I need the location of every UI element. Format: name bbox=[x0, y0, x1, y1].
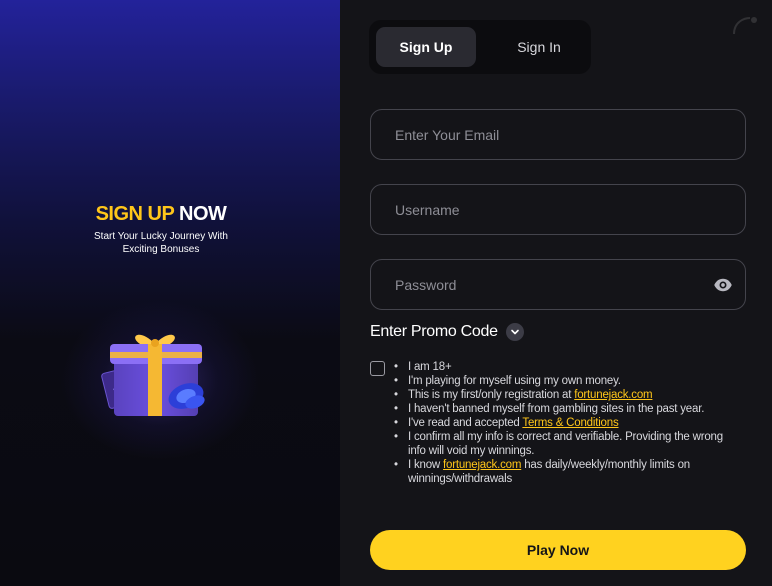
promo-title-rest: NOW bbox=[179, 203, 227, 225]
password-field[interactable] bbox=[395, 276, 721, 293]
list-item: I know fortunejack.com has daily/weekly/… bbox=[392, 458, 742, 486]
promo-code-label: Enter Promo Code bbox=[370, 323, 498, 340]
terms-limits-before: I know bbox=[408, 459, 444, 471]
chevron-down-icon[interactable] bbox=[505, 323, 524, 341]
promo-title-highlight: SIGN UP bbox=[95, 203, 175, 225]
gift-box-icon bbox=[101, 334, 205, 416]
terms-first-registration: This is my first/only registration at bbox=[408, 389, 575, 401]
tab-sign-up[interactable]: Sign Up bbox=[376, 27, 476, 67]
auth-tabs: Sign Up Sign In bbox=[369, 20, 591, 74]
terms-own-money: I'm playing for myself using my own mone… bbox=[408, 375, 621, 387]
list-item: I haven't banned myself from gambling si… bbox=[392, 402, 742, 416]
promo-subtitle-line: Exciting Bonuses bbox=[122, 244, 200, 255]
promo-panel: SIGN UP NOW Start Your Lucky Journey Wit… bbox=[0, 0, 340, 586]
fortunejack-link[interactable]: fortunejack.com bbox=[574, 389, 652, 401]
email-field-wrapper bbox=[370, 109, 746, 160]
username-field[interactable] bbox=[395, 201, 721, 218]
fortunejack-limits-link[interactable]: fortunejack.com bbox=[443, 459, 521, 471]
promo-code-toggle[interactable]: Enter Promo Code bbox=[370, 323, 524, 341]
terms-conditions-link[interactable]: Terms & Conditions bbox=[522, 417, 618, 429]
auth-form-panel: Sign Up Sign In Enter Promo Code I am 18… bbox=[340, 0, 772, 586]
tab-sign-in[interactable]: Sign In bbox=[489, 27, 589, 67]
password-field-wrapper bbox=[370, 259, 746, 310]
list-item: I confirm all my info is correct and ver… bbox=[392, 430, 742, 458]
email-field[interactable] bbox=[395, 126, 721, 143]
list-item: This is my first/only registration at fo… bbox=[392, 388, 742, 402]
terms-accepted: I've read and accepted bbox=[408, 417, 523, 429]
play-now-button[interactable]: Play Now bbox=[370, 530, 746, 570]
terms-checkbox[interactable] bbox=[370, 361, 385, 376]
terms-list: I am 18+ I'm playing for myself using my… bbox=[392, 360, 742, 486]
eye-icon[interactable] bbox=[713, 275, 733, 295]
list-item: I'm playing for myself using my own mone… bbox=[392, 374, 742, 388]
promo-subtitle: Start Your Lucky Journey With Exciting B… bbox=[0, 230, 322, 256]
decorative-mark-icon bbox=[733, 17, 757, 35]
list-item: I've read and accepted Terms & Condition… bbox=[392, 416, 742, 430]
username-field-wrapper bbox=[370, 184, 746, 235]
list-item: I am 18+ bbox=[392, 360, 742, 374]
terms-info-correct: I confirm all my info is correct and ver… bbox=[408, 431, 723, 457]
terms-age: I am 18+ bbox=[408, 361, 452, 373]
terms-not-banned: I haven't banned myself from gambling si… bbox=[408, 403, 705, 415]
promo-title: SIGN UP NOW bbox=[0, 203, 322, 226]
promo-subtitle-line: Start Your Lucky Journey With bbox=[94, 231, 228, 242]
